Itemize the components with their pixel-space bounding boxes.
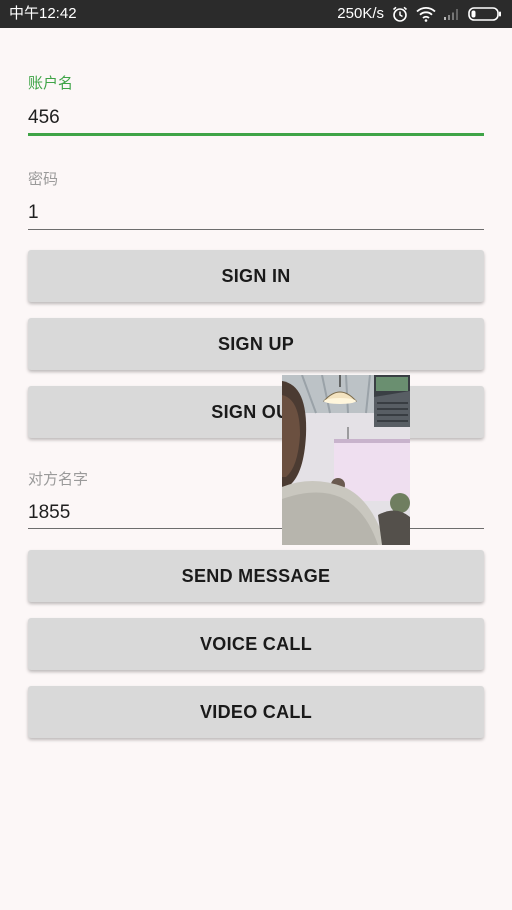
password-underline <box>28 229 484 230</box>
network-speed: 250K/s <box>337 5 384 22</box>
peer-name-input[interactable]: 1855 <box>28 501 70 525</box>
status-bar: 中午12:42 250K/s <box>0 0 512 28</box>
camera-preview-image <box>282 375 410 545</box>
status-time: 中午12:42 <box>9 5 77 22</box>
status-icons: 250K/s <box>337 4 502 24</box>
battery-icon <box>468 7 502 21</box>
sign-up-button[interactable]: SIGN UP <box>28 318 484 370</box>
wifi-icon <box>416 6 436 22</box>
password-label: 密码 <box>28 170 59 188</box>
account-label: 账户名 <box>28 74 74 92</box>
account-input[interactable]: 456 <box>28 106 60 130</box>
peer-name-label: 对方名字 <box>28 470 89 488</box>
signal-icon <box>443 7 461 21</box>
camera-preview[interactable] <box>282 375 410 545</box>
password-input[interactable]: 1 <box>28 201 39 225</box>
video-call-button[interactable]: VIDEO CALL <box>28 686 484 738</box>
send-message-button[interactable]: SEND MESSAGE <box>28 550 484 602</box>
sign-out-button[interactable]: SIGN OUT <box>28 386 484 438</box>
alarm-icon <box>391 5 409 23</box>
voice-call-button[interactable]: VOICE CALL <box>28 618 484 670</box>
account-underline <box>28 133 484 136</box>
peer-name-underline <box>28 528 484 529</box>
sign-in-button[interactable]: SIGN IN <box>28 250 484 302</box>
